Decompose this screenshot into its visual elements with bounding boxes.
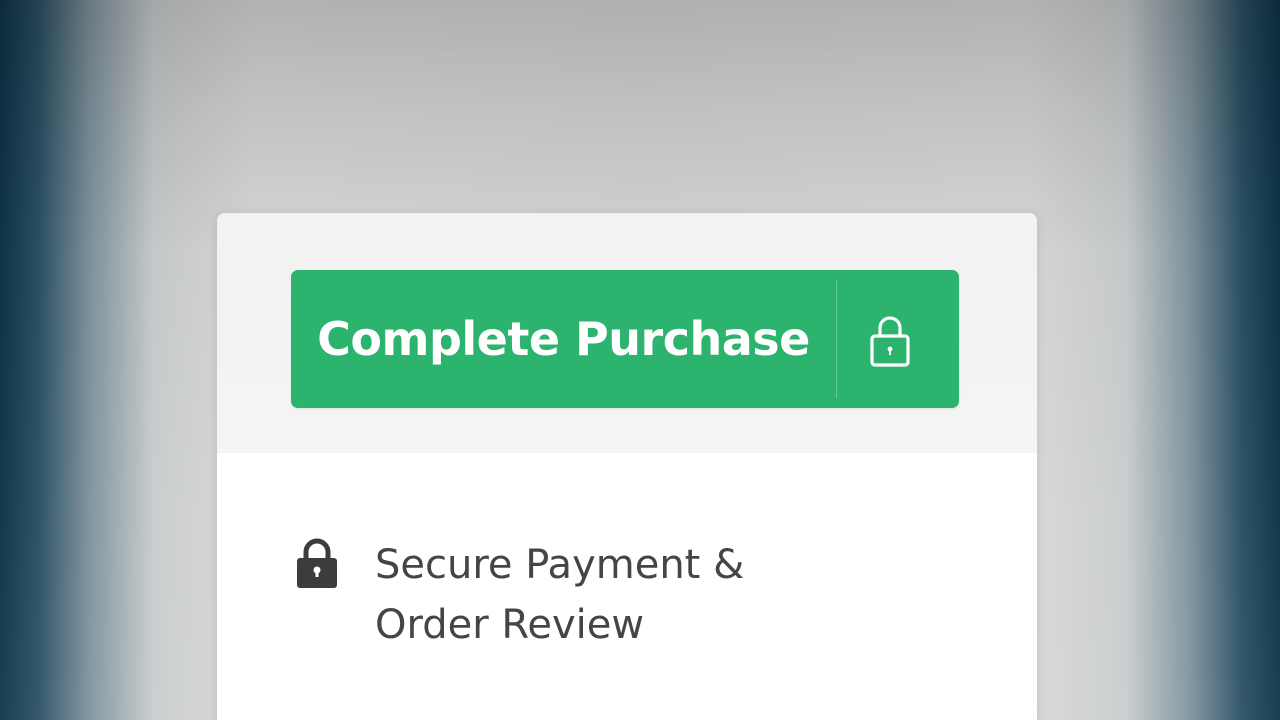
secure-payment-text: Secure Payment & Order Review bbox=[375, 535, 895, 655]
checkout-card: Complete Purchase Secure Payment & Order… bbox=[217, 213, 1037, 720]
complete-purchase-button[interactable]: Complete Purchase bbox=[291, 270, 959, 408]
lock-outline-icon bbox=[870, 316, 910, 367]
secure-note-line1: Secure Payment & bbox=[375, 542, 745, 588]
lock-icon bbox=[297, 538, 337, 588]
complete-purchase-label: Complete Purchase bbox=[317, 312, 810, 366]
button-divider bbox=[836, 280, 837, 398]
secure-note-line2: Order Review bbox=[375, 602, 645, 648]
